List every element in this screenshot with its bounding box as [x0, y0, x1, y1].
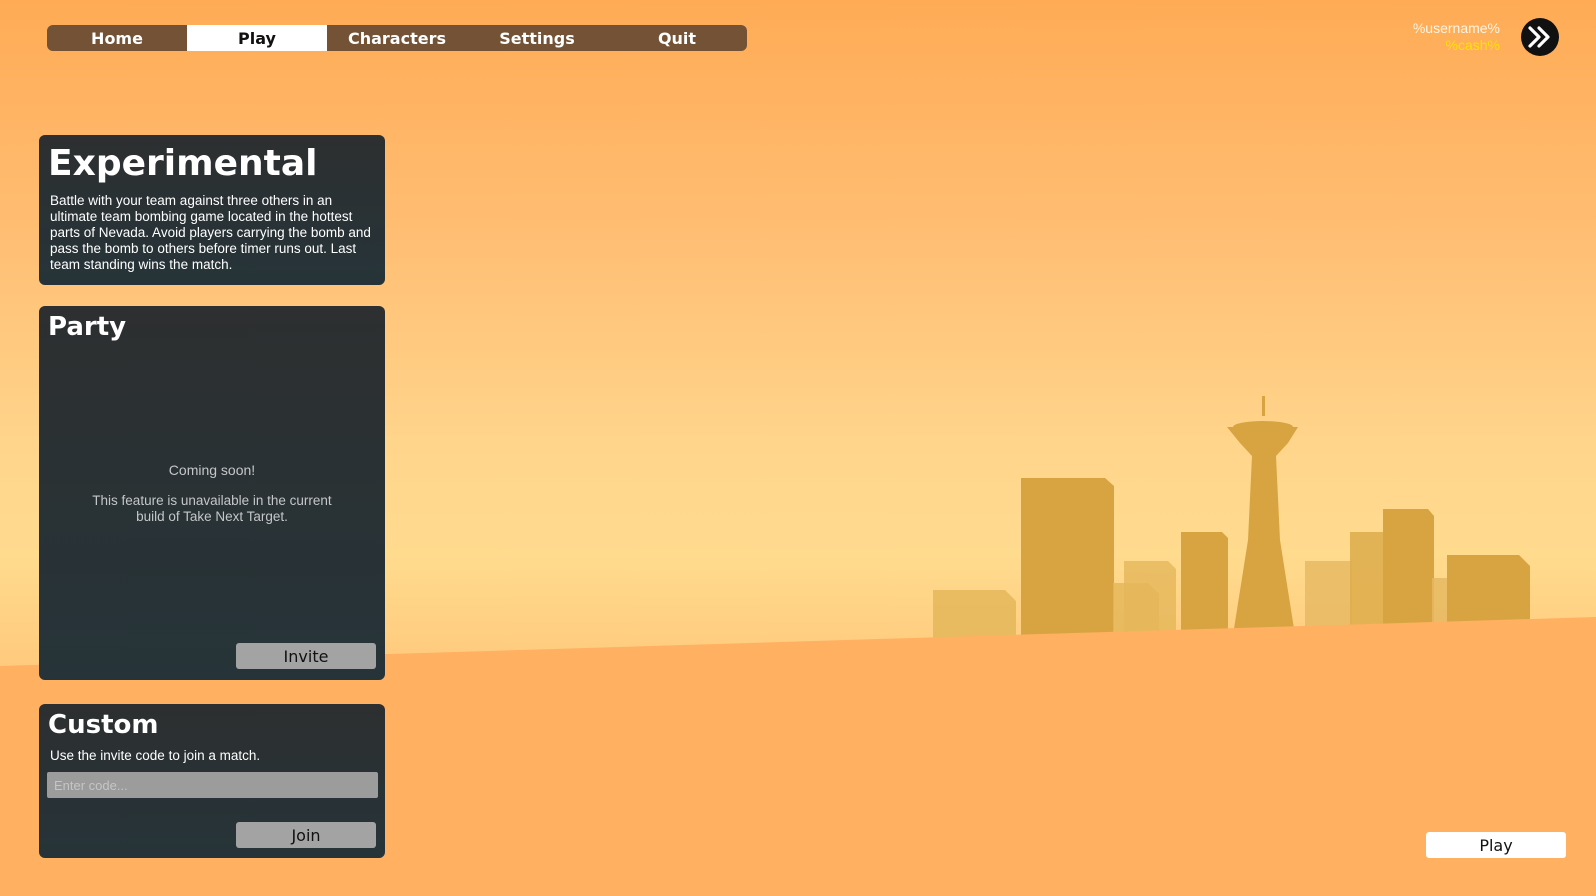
cash-label: %cash% — [1445, 37, 1500, 53]
double-chevron-right-icon — [1528, 26, 1550, 48]
invite-button[interactable]: Invite — [236, 643, 376, 669]
experimental-description: Battle with your team against three othe… — [50, 193, 371, 272]
username-label: %username% — [1412, 20, 1500, 36]
nav-item-settings[interactable]: Settings — [467, 25, 607, 51]
city-skyline — [933, 396, 1530, 640]
custom-panel: Custom Use the invite code to join a mat… — [39, 704, 385, 858]
experimental-panel: Experimental Battle with your team again… — [39, 135, 385, 285]
invite-code-input[interactable] — [47, 772, 378, 798]
top-nav: Home Play Characters Settings Quit — [47, 25, 747, 51]
nav-item-characters[interactable]: Characters — [327, 25, 467, 51]
join-button[interactable]: Join — [236, 822, 376, 848]
nav-item-play[interactable]: Play — [187, 25, 327, 51]
custom-description: Use the invite code to join a match. — [50, 748, 261, 763]
party-panel: Party Coming soon! This feature is unava… — [39, 306, 385, 680]
nav-item-quit[interactable]: Quit — [607, 25, 747, 51]
unavailable-text: This feature is unavailable in the curre… — [92, 493, 332, 524]
custom-title: Custom — [48, 710, 159, 740]
party-title: Party — [48, 312, 127, 342]
user-info: %username% %cash% — [1413, 20, 1500, 54]
coming-soon-text: Coming soon! — [168, 462, 256, 478]
next-button[interactable] — [1521, 18, 1559, 56]
nav-item-home[interactable]: Home — [47, 25, 187, 51]
experimental-title: Experimental — [48, 143, 318, 184]
play-button[interactable]: Play — [1426, 832, 1566, 858]
